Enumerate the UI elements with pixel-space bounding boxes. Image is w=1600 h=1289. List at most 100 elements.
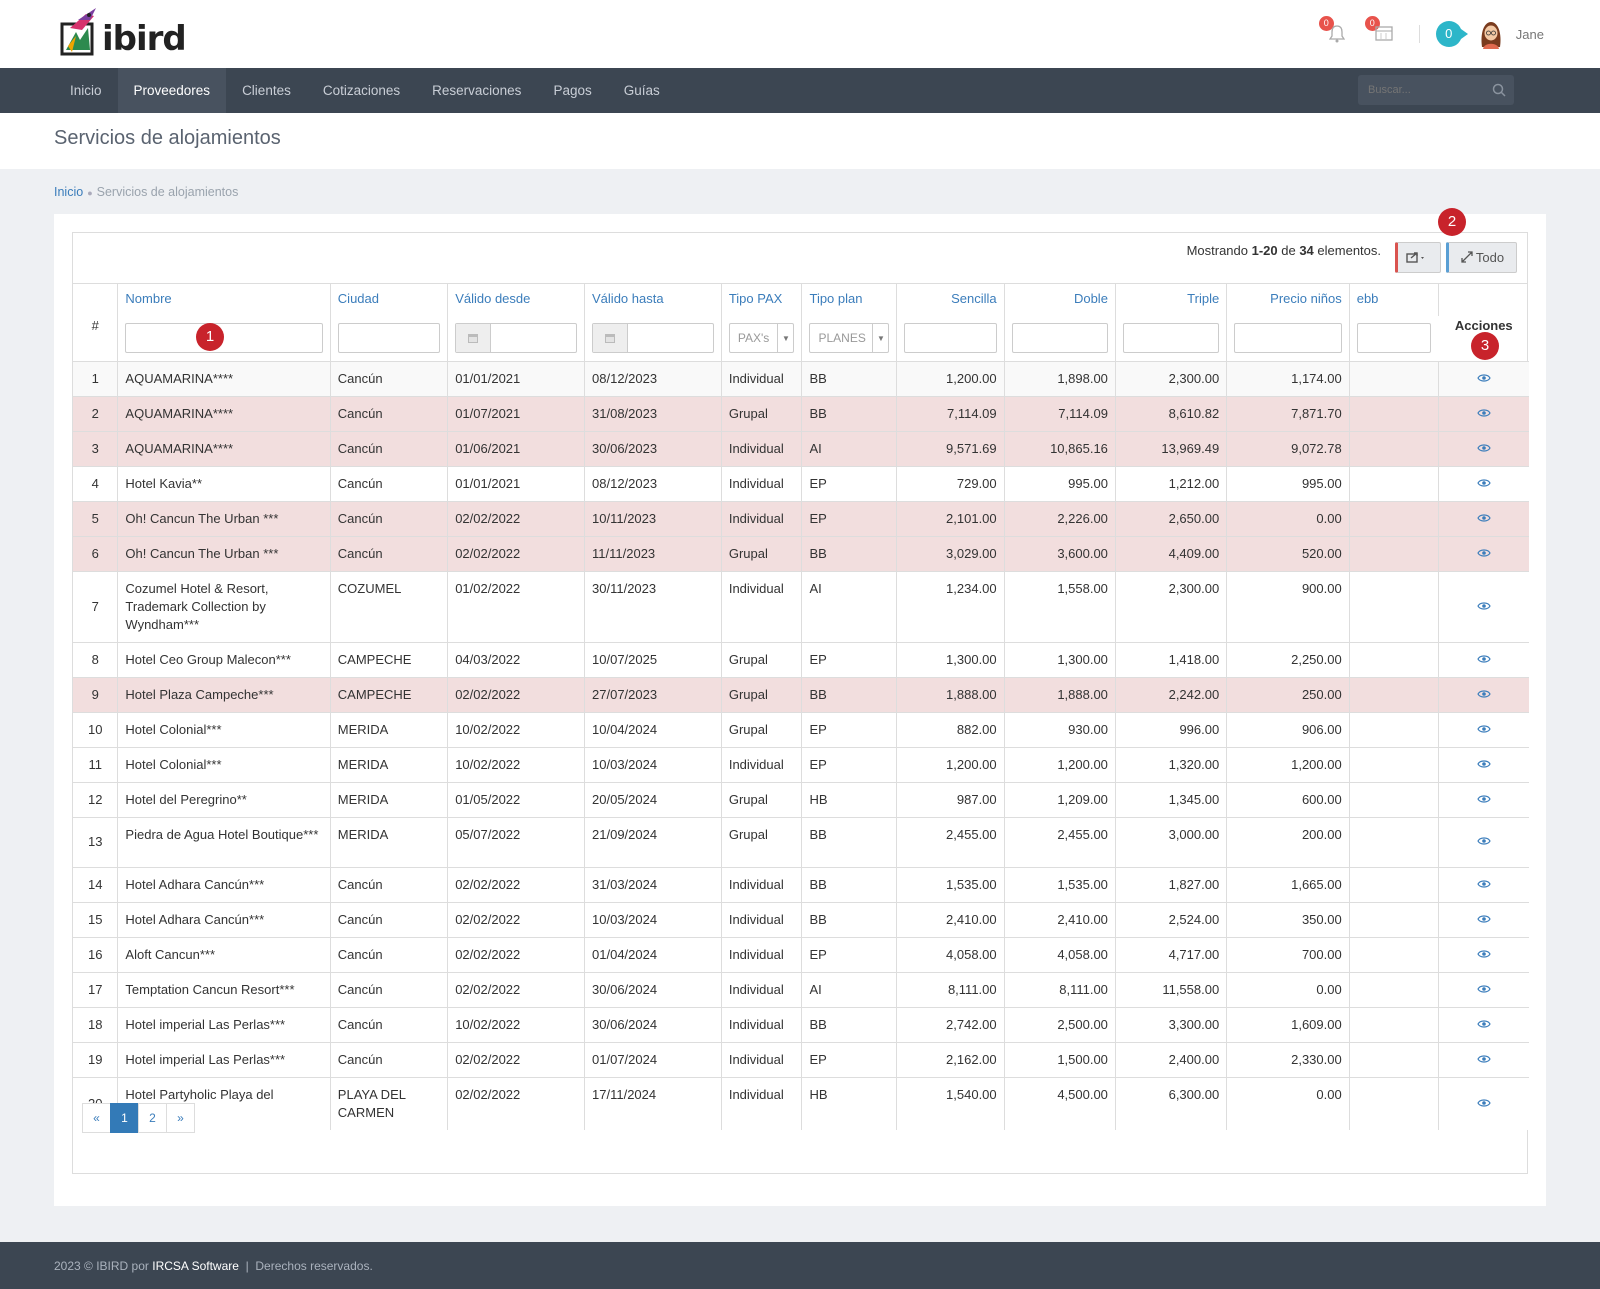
brand-logo[interactable]: ibird [56, 4, 187, 58]
table-row[interactable]: 14 Hotel Adhara Cancún*** Cancún 02/02/2022… [73, 866, 1529, 902]
col-ebb[interactable]: ebb [1349, 284, 1439, 316]
filter-ebb[interactable] [1356, 323, 1432, 354]
col-tipo-pax[interactable]: Tipo PAX [721, 284, 803, 316]
eye-icon[interactable] [1477, 982, 1491, 997]
eye-icon[interactable] [1477, 1052, 1491, 1067]
table-row[interactable]: 10 Hotel Colonial*** MERIDA 10/02/2022 10/04… [73, 711, 1529, 747]
table-row[interactable]: 19 Hotel imperial Las Perlas*** Cancún 02/0… [73, 1041, 1529, 1077]
eye-icon[interactable] [1477, 722, 1491, 737]
breadcrumb-home[interactable]: Inicio [54, 185, 83, 199]
page-1[interactable]: 1 [110, 1103, 139, 1133]
table-row[interactable]: 11 Hotel Colonial*** MERIDA 10/02/2022 10/03… [73, 746, 1529, 782]
cell-tipo-pax: Individual [721, 465, 803, 501]
calendar-button[interactable]: 0 [1364, 16, 1397, 46]
cell-acciones [1438, 816, 1529, 867]
nav-item-inicio[interactable]: Inicio [54, 68, 118, 113]
table-row[interactable]: 4 Hotel Kavia** Cancún 01/01/2021 08/12/2023… [73, 465, 1529, 501]
export-button[interactable] [1395, 242, 1441, 273]
filter-tipo-plan[interactable]: PLANES ▼ [809, 323, 890, 354]
col-precio-ninos[interactable]: Precio niños [1226, 284, 1350, 316]
eye-icon[interactable] [1477, 947, 1491, 962]
eye-icon[interactable] [1477, 1096, 1491, 1111]
table-row[interactable]: 17 Temptation Cancun Resort*** Cancún 02/02… [73, 971, 1529, 1007]
cell-valido-desde: 01/06/2021 [447, 430, 586, 466]
eye-icon[interactable] [1477, 792, 1491, 807]
filter-valido-hasta[interactable] [592, 323, 714, 354]
eye-icon[interactable] [1477, 652, 1491, 667]
search-icon[interactable] [1492, 83, 1506, 97]
nav-item-clientes[interactable]: Clientes [226, 68, 307, 113]
nav-item-pagos[interactable]: Pagos [537, 68, 607, 113]
col-valido-hasta[interactable]: Válido hasta [584, 284, 722, 316]
avatar[interactable] [1476, 19, 1506, 49]
cell-num: 11 [73, 746, 119, 782]
user-name[interactable]: Jane [1516, 27, 1544, 42]
nav-item-cotizaciones[interactable]: Cotizaciones [307, 68, 416, 113]
table-row[interactable]: 8 Hotel Ceo Group Malecon*** CAMPECHE 04/03… [73, 641, 1529, 677]
show-all-button[interactable]: Todo [1446, 242, 1517, 273]
eye-icon[interactable] [1477, 476, 1491, 491]
breadcrumb-separator: ● [87, 188, 93, 198]
filter-doble[interactable] [1011, 323, 1108, 354]
table-row[interactable]: 18 Hotel imperial Las Perlas*** Cancún 10/0… [73, 1006, 1529, 1042]
col-nombre[interactable]: Nombre [117, 284, 331, 316]
nav-item-reservaciones[interactable]: Reservaciones [416, 68, 537, 113]
cell-nombre: Hotel imperial Las Perlas*** [117, 1041, 331, 1077]
eye-icon[interactable] [1477, 599, 1491, 614]
table-row[interactable]: 3 AQUAMARINA**** Cancún 01/06/2021 30/06/202… [73, 430, 1529, 466]
table-row[interactable]: 16 Aloft Cancun*** Cancún 02/02/2022 01/04/2… [73, 936, 1529, 972]
filter-sencilla[interactable] [904, 323, 997, 354]
cell-num: 12 [73, 781, 119, 817]
table-row[interactable]: 15 Hotel Adhara Cancún*** Cancún 02/02/2022… [73, 901, 1529, 937]
table-row[interactable]: 20Hotel Partyholic Playa del Carmen***PL… [73, 1076, 1529, 1130]
table-row[interactable]: 6 Oh! Cancun The Urban *** Cancún 02/02/202… [73, 535, 1529, 571]
table-row[interactable]: 7 Cozumel Hotel & Resort, Trademark Colle… [73, 570, 1529, 642]
filter-triple[interactable] [1122, 323, 1220, 354]
table-row[interactable]: 1 AQUAMARINA**** Cancún 01/01/2021 08/12/202… [73, 360, 1529, 396]
eye-icon[interactable] [1477, 441, 1491, 456]
notifications-button[interactable]: 0 [1318, 16, 1351, 46]
table-row[interactable]: 5 Oh! Cancun The Urban *** Cancún 02/02/202… [73, 500, 1529, 536]
filter-valido-desde[interactable] [455, 323, 578, 354]
filter-ciudad[interactable] [337, 323, 441, 354]
eye-icon[interactable] [1477, 687, 1491, 702]
col-ciudad[interactable]: Ciudad [330, 284, 449, 316]
col-triple[interactable]: Triple [1115, 284, 1228, 316]
col-valido-desde[interactable]: Válido desde [447, 284, 586, 316]
counter-badge[interactable]: 0 [1435, 21, 1468, 47]
table-row[interactable]: 2 AQUAMARINA**** Cancún 01/07/2021 31/08/202… [73, 395, 1529, 431]
table-row[interactable]: 13 Piedra de Agua Hotel Boutique*** MERIDA… [73, 816, 1529, 867]
eye-icon[interactable] [1477, 1017, 1491, 1032]
page-2[interactable]: 2 [138, 1103, 167, 1133]
eye-icon[interactable] [1477, 511, 1491, 526]
annotation-badge-2: 2 [1438, 208, 1466, 236]
date-icon[interactable] [593, 324, 629, 353]
col-doble[interactable]: Doble [1004, 284, 1116, 316]
eye-icon[interactable] [1477, 371, 1491, 386]
eye-icon[interactable] [1477, 406, 1491, 421]
table-row[interactable]: 9 Hotel Plaza Campeche*** CAMPECHE 02/02/20… [73, 676, 1529, 712]
cell-triple: 13,969.49 [1115, 430, 1228, 466]
eye-icon[interactable] [1477, 546, 1491, 561]
cell-tipo-plan: BB [801, 901, 898, 937]
eye-icon[interactable] [1477, 834, 1491, 849]
filter-tipo-pax[interactable]: PAX's ▼ [728, 323, 795, 354]
date-icon[interactable] [456, 324, 492, 353]
eye-icon[interactable] [1477, 757, 1491, 772]
nav-item-guias[interactable]: Guías [608, 68, 676, 113]
footer-company-link[interactable]: IRCSA Software [152, 1259, 239, 1273]
col-tipo-plan[interactable]: Tipo plan [801, 284, 898, 316]
col-sencilla[interactable]: Sencilla [896, 284, 1005, 316]
eye-icon[interactable] [1477, 912, 1491, 927]
page-next[interactable]: » [166, 1103, 195, 1133]
filter-nombre[interactable] [125, 323, 323, 354]
page-prev[interactable]: « [82, 1103, 111, 1133]
nav-item-proveedores[interactable]: Proveedores [117, 68, 227, 113]
filter-cell [1226, 316, 1350, 362]
cell-valido-hasta: 17/11/2024 [584, 1076, 722, 1130]
search-input[interactable] [1358, 75, 1514, 105]
eye-icon[interactable] [1477, 877, 1491, 892]
filter-precio-ninos[interactable] [1234, 323, 1342, 354]
cell-triple: 2,650.00 [1115, 500, 1228, 536]
table-row[interactable]: 12 Hotel del Peregrino** MERIDA 01/05/2022 2… [73, 781, 1529, 817]
